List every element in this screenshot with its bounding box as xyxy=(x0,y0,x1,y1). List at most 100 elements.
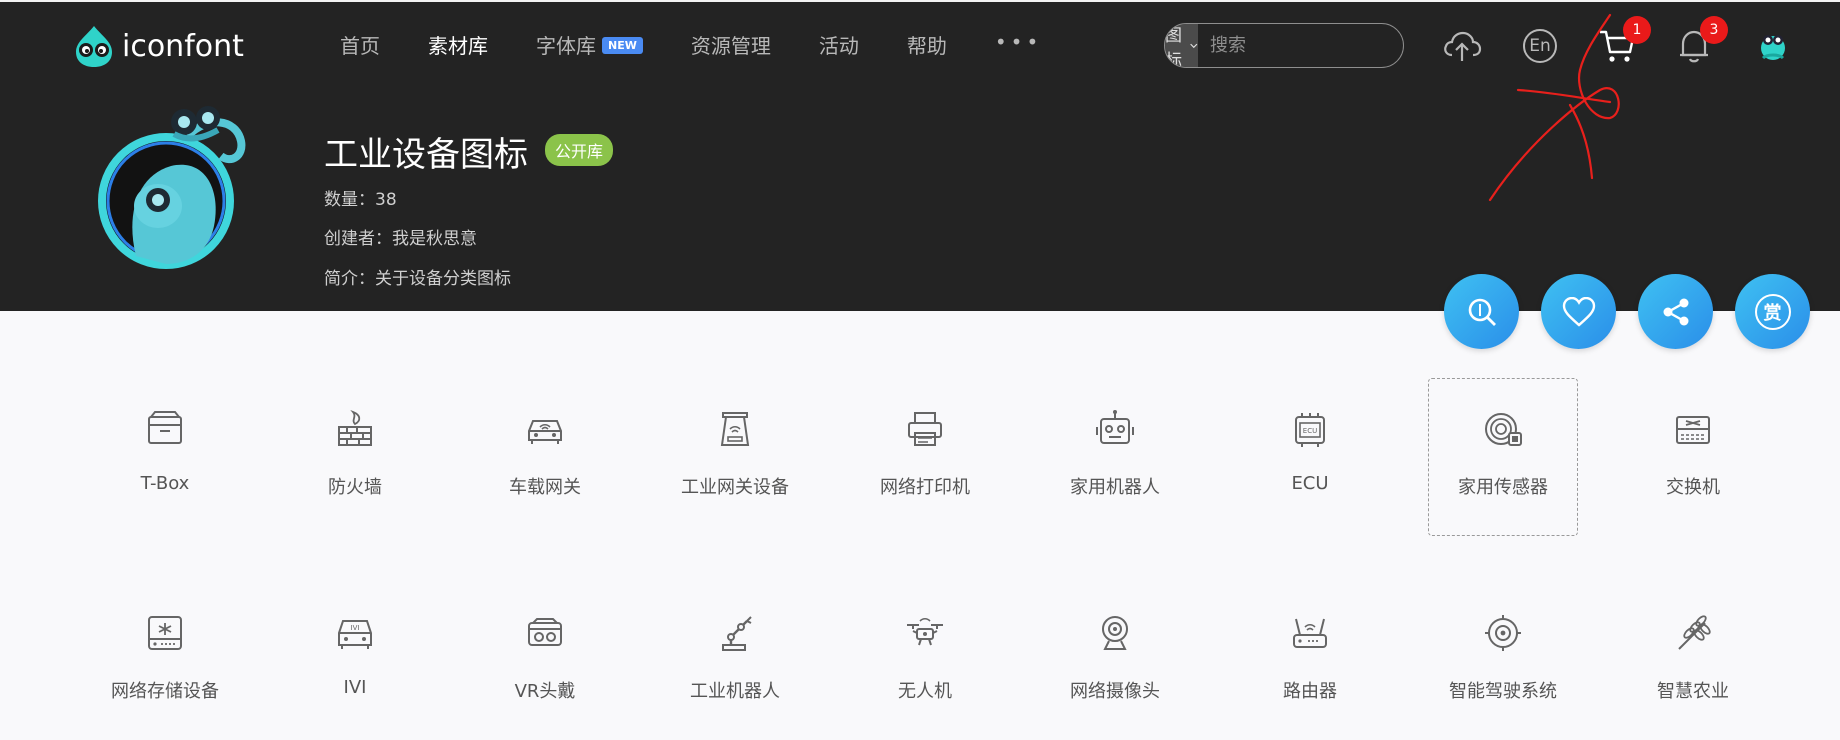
header-banner: iconfont 首页 素材库 字体库 NEW 资源管理 活动 帮助 ••• 图标… xyxy=(0,0,1840,311)
ivi-icon: IVI xyxy=(333,611,377,655)
icon-card[interactable]: 车载网关 xyxy=(470,378,620,536)
smart-agriculture-icon xyxy=(1671,611,1715,655)
favorite-button[interactable] xyxy=(1541,274,1616,349)
nav-home[interactable]: 首页 xyxy=(340,30,380,59)
nav-resource-management[interactable]: 资源管理 xyxy=(691,30,771,59)
icon-card-label: 工业网关设备 xyxy=(681,477,789,498)
icon-card-label: 家用传感器 xyxy=(1458,477,1548,498)
icon-card[interactable]: 工业机器人 xyxy=(660,582,810,740)
reward-label: 赏 xyxy=(1763,302,1782,324)
icon-card-label: T-Box xyxy=(140,473,190,494)
industrial-robot-icon xyxy=(713,611,757,655)
nav-materials[interactable]: 素材库 xyxy=(428,30,488,59)
user-avatar[interactable] xyxy=(1753,26,1793,66)
magnifier-icon xyxy=(1468,298,1496,326)
public-library-tag[interactable]: 公开库 xyxy=(545,134,614,166)
icon-card-label: 交换机 xyxy=(1666,477,1720,498)
icon-card-label: 网络存储设备 xyxy=(111,681,219,702)
upload-button[interactable] xyxy=(1442,26,1482,66)
icon-card[interactable]: 家用机器人 xyxy=(1040,378,1190,536)
vr-headset-icon xyxy=(523,611,567,655)
drone-icon xyxy=(903,611,947,655)
icon-card[interactable]: 工业网关设备 xyxy=(660,378,810,536)
iconfont-logo[interactable]: iconfont xyxy=(72,24,244,68)
nav-fonts[interactable]: 字体库 NEW xyxy=(536,30,643,59)
nav-activities[interactable]: 活动 xyxy=(819,30,859,59)
ecu-icon: ECU xyxy=(1288,407,1332,451)
library-intro: 简介：关于设备分类图标 xyxy=(324,269,511,289)
icon-card[interactable]: 家用传感器 xyxy=(1428,378,1578,536)
icon-card-label: 路由器 xyxy=(1283,681,1337,702)
icon-card[interactable]: VR头戴 xyxy=(470,582,620,740)
icon-grid: T-Box 防火墙 车载网关 工业网关设备 网络打印机 家用机器人 ECU ECU 家用传感器 交… xyxy=(0,378,1840,729)
language-icon: En xyxy=(1523,29,1557,63)
top-border xyxy=(0,0,1840,2)
icon-card[interactable]: 网络存储设备 xyxy=(90,582,240,740)
search-type-select[interactable]: 图标 xyxy=(1165,24,1198,67)
icon-card-label: 智慧农业 xyxy=(1657,681,1729,702)
library-title: 工业设备图标 xyxy=(324,135,528,175)
icon-card[interactable]: 智慧农业 xyxy=(1618,582,1768,740)
search-input[interactable] xyxy=(1198,24,1403,67)
home-robot-icon xyxy=(1093,407,1137,451)
language-button[interactable]: En xyxy=(1520,26,1560,66)
library-mascot-icon xyxy=(98,106,246,269)
car-gateway-icon xyxy=(523,407,567,451)
chevron-down-icon xyxy=(1190,43,1198,48)
svg-text:IVI: IVI xyxy=(351,624,360,632)
network-storage-icon xyxy=(143,611,187,655)
icon-card[interactable]: 网络打印机 xyxy=(850,378,1000,536)
icon-card[interactable]: 无人机 xyxy=(850,582,1000,740)
logo-text: iconfont xyxy=(122,28,244,64)
search-bar: 图标 xyxy=(1164,23,1404,68)
more-menu-button[interactable]: ••• xyxy=(995,30,1042,54)
icon-card-label: 工业机器人 xyxy=(690,681,780,702)
icon-card[interactable]: 交换机 xyxy=(1618,378,1768,536)
icon-card-label: 网络打印机 xyxy=(880,477,970,498)
icon-card-label: 无人机 xyxy=(898,681,952,702)
icon-card-label: 防火墙 xyxy=(328,477,382,498)
heart-icon xyxy=(1562,296,1595,327)
logo-mascot-icon xyxy=(76,26,112,67)
icon-card[interactable]: IVI IVI xyxy=(280,582,430,740)
switch-icon xyxy=(1671,407,1715,451)
icon-card-label: VR头戴 xyxy=(514,681,576,702)
library-count: 数量：38 xyxy=(324,190,397,210)
icon-card[interactable]: 智能驾驶系统 xyxy=(1428,582,1578,740)
user-avatar-icon xyxy=(1761,35,1785,60)
icon-card-label: ECU xyxy=(1291,473,1329,494)
notification-count-badge: 3 xyxy=(1700,16,1728,44)
tbox-icon xyxy=(143,407,187,451)
icon-card-label: 车载网关 xyxy=(509,477,581,498)
search-type-label: 图标 xyxy=(1165,25,1182,68)
library-creator: 创建者：我是秋思意 xyxy=(324,229,477,249)
main-nav: 首页 素材库 字体库 NEW 资源管理 活动 帮助 ••• xyxy=(340,30,1042,59)
icon-card[interactable]: 路由器 xyxy=(1235,582,1385,740)
icon-card-label: 网络摄像头 xyxy=(1070,681,1160,702)
nav-fonts-label: 字体库 xyxy=(536,34,596,58)
icon-card[interactable]: 防火墙 xyxy=(280,378,430,536)
firewall-icon xyxy=(333,407,377,451)
icon-card[interactable]: T-Box xyxy=(90,378,240,536)
industrial-gateway-icon xyxy=(713,407,757,451)
icon-card[interactable]: 网络摄像头 xyxy=(1040,582,1190,740)
svg-text:ECU: ECU xyxy=(1303,427,1317,435)
notifications-button[interactable]: 3 xyxy=(1674,16,1728,66)
cart-button[interactable]: 1 xyxy=(1597,16,1651,66)
smart-driving-icon xyxy=(1481,611,1525,655)
icon-card-label: 家用机器人 xyxy=(1070,477,1160,498)
search-library-button[interactable] xyxy=(1444,274,1519,349)
share-button[interactable] xyxy=(1638,274,1713,349)
network-printer-icon xyxy=(903,407,947,451)
icon-card[interactable]: ECU ECU xyxy=(1235,378,1385,536)
home-sensor-icon xyxy=(1481,407,1525,451)
webcam-icon xyxy=(1093,611,1137,655)
share-icon xyxy=(1663,298,1688,325)
cloud-upload-icon xyxy=(1444,31,1482,61)
reward-icon: 赏 xyxy=(1754,293,1791,330)
nav-help[interactable]: 帮助 xyxy=(907,30,947,59)
router-icon xyxy=(1288,611,1332,655)
new-badge: NEW xyxy=(602,37,643,54)
reward-button[interactable]: 赏 xyxy=(1735,274,1810,349)
icon-card-label: IVI xyxy=(343,677,367,698)
